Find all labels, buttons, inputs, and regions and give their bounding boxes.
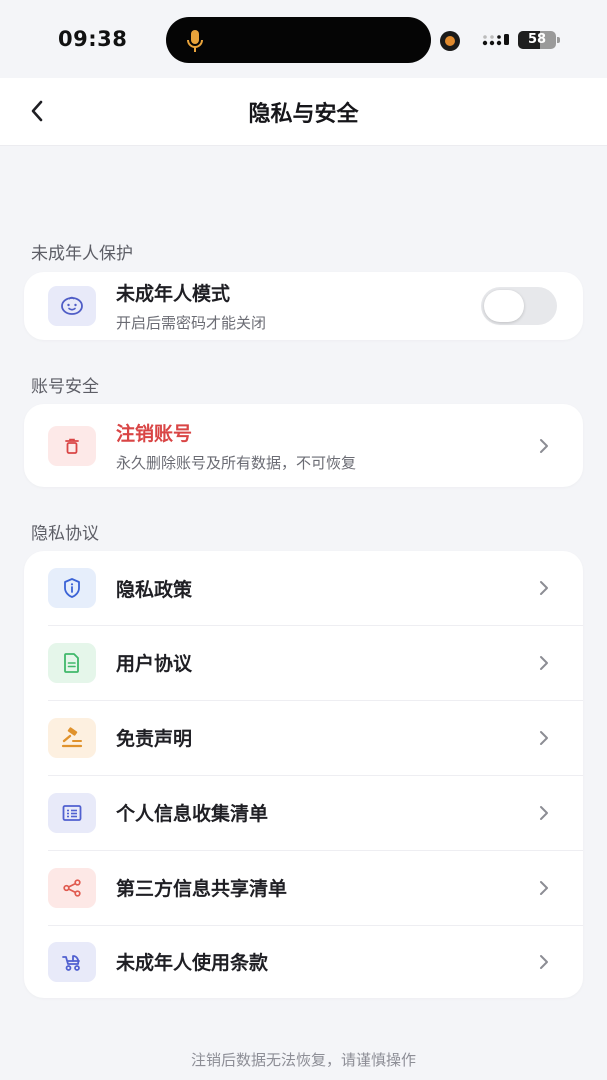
section-title-privacy-agreements: 隐私协议	[31, 524, 99, 544]
status-time: 09:38	[58, 27, 128, 51]
personal-info-collection-row[interactable]: 个人信息收集清单	[24, 775, 583, 850]
account-security-card: 注销账号 永久删除账号及所有数据，不可恢复	[24, 404, 583, 487]
minor-terms-text: 未成年人使用条款	[116, 948, 268, 975]
minor-mode-text: 未成年人模式 开启后需密码才能关闭	[116, 279, 266, 333]
third-party-sharing-icon-box	[48, 867, 96, 908]
delete-account-row[interactable]: 注销账号 永久删除账号及所有数据，不可恢复	[24, 404, 583, 487]
chevron-right-icon	[540, 438, 548, 453]
recording-indicator-icon	[440, 31, 460, 51]
toggle-knob	[484, 290, 524, 322]
disclaimer-row[interactable]: 免责声明	[24, 700, 583, 775]
third-party-sharing-row[interactable]: 第三方信息共享清单	[24, 850, 583, 925]
shield-info-icon	[64, 578, 80, 598]
battery-level: 58	[527, 32, 547, 47]
privacy-policy-row[interactable]: 隐私政策	[24, 551, 583, 625]
cellular-signal-icon	[482, 34, 509, 46]
chevron-right-icon	[540, 880, 548, 895]
minor-mode-toggle[interactable]	[481, 287, 557, 325]
list-icon	[62, 804, 82, 821]
chevron-right-icon	[540, 655, 548, 670]
section-title-minor-protection: 未成年人保护	[31, 244, 133, 264]
third-party-sharing-text: 第三方信息共享清单	[116, 874, 287, 901]
gavel-icon	[61, 726, 83, 747]
navigation-bar: 隐私与安全	[0, 78, 607, 146]
stroller-icon	[62, 954, 80, 971]
minor-mode-icon-box	[48, 286, 96, 326]
user-agreement-icon-box	[48, 642, 96, 683]
delete-account-label: 注销账号	[116, 422, 193, 445]
status-bar: 09:38 58	[0, 0, 607, 78]
user-agreement-row[interactable]: 用户协议	[24, 625, 583, 700]
minor-terms-row[interactable]: 未成年人使用条款	[24, 925, 583, 998]
child-face-icon	[61, 296, 83, 315]
document-icon	[64, 652, 79, 673]
chevron-right-icon	[540, 730, 548, 745]
section-title-account-security: 账号安全	[31, 377, 99, 397]
third-party-sharing-label: 第三方信息共享清单	[116, 878, 288, 900]
battery-indicator: 58	[518, 31, 556, 49]
minor-mode-label: 未成年人模式	[116, 283, 231, 305]
delete-account-description: 永久删除账号及所有数据，不可恢复	[116, 453, 357, 472]
minor-terms-icon-box	[48, 941, 96, 982]
chevron-right-icon	[540, 954, 548, 969]
disclaimer-text: 免责声明	[116, 724, 192, 751]
battery-tip	[557, 37, 560, 43]
chevron-right-icon	[540, 581, 548, 595]
privacy-policy-text: 隐私政策	[116, 575, 192, 602]
personal-info-collection-icon-box	[48, 792, 96, 833]
user-agreement-label: 用户协议	[116, 653, 193, 675]
user-agreement-text: 用户协议	[116, 649, 192, 676]
minor-mode-row: 未成年人模式 开启后需密码才能关闭	[24, 272, 583, 340]
delete-account-icon-box	[48, 425, 96, 466]
delete-account-text: 注销账号 永久删除账号及所有数据，不可恢复	[116, 419, 356, 473]
personal-info-collection-label: 个人信息收集清单	[116, 803, 269, 825]
disclaimer-icon-box	[48, 717, 96, 758]
microphone-icon	[187, 30, 203, 52]
trash-icon	[65, 438, 79, 454]
minor-terms-label: 未成年人使用条款	[116, 952, 269, 974]
minor-mode-description: 开启后需密码才能关闭	[116, 314, 267, 332]
footer-warning-note: 注销后数据无法恢复，请谨慎操作	[190, 1051, 416, 1069]
chevron-right-icon	[540, 805, 548, 820]
privacy-agreements-card: 隐私政策 用户协议 免责声明 个人信息收集清单 第三方信息共享清单 未成年人使用…	[24, 551, 583, 998]
minor-protection-card: 未成年人模式 开启后需密码才能关闭	[24, 272, 583, 340]
share-icon	[63, 878, 81, 897]
page-title: 隐私与安全	[248, 102, 359, 127]
personal-info-collection-text: 个人信息收集清单	[116, 799, 268, 826]
disclaimer-label: 免责声明	[116, 728, 193, 750]
privacy-policy-label: 隐私政策	[116, 578, 193, 601]
privacy-policy-icon-box	[48, 568, 96, 608]
